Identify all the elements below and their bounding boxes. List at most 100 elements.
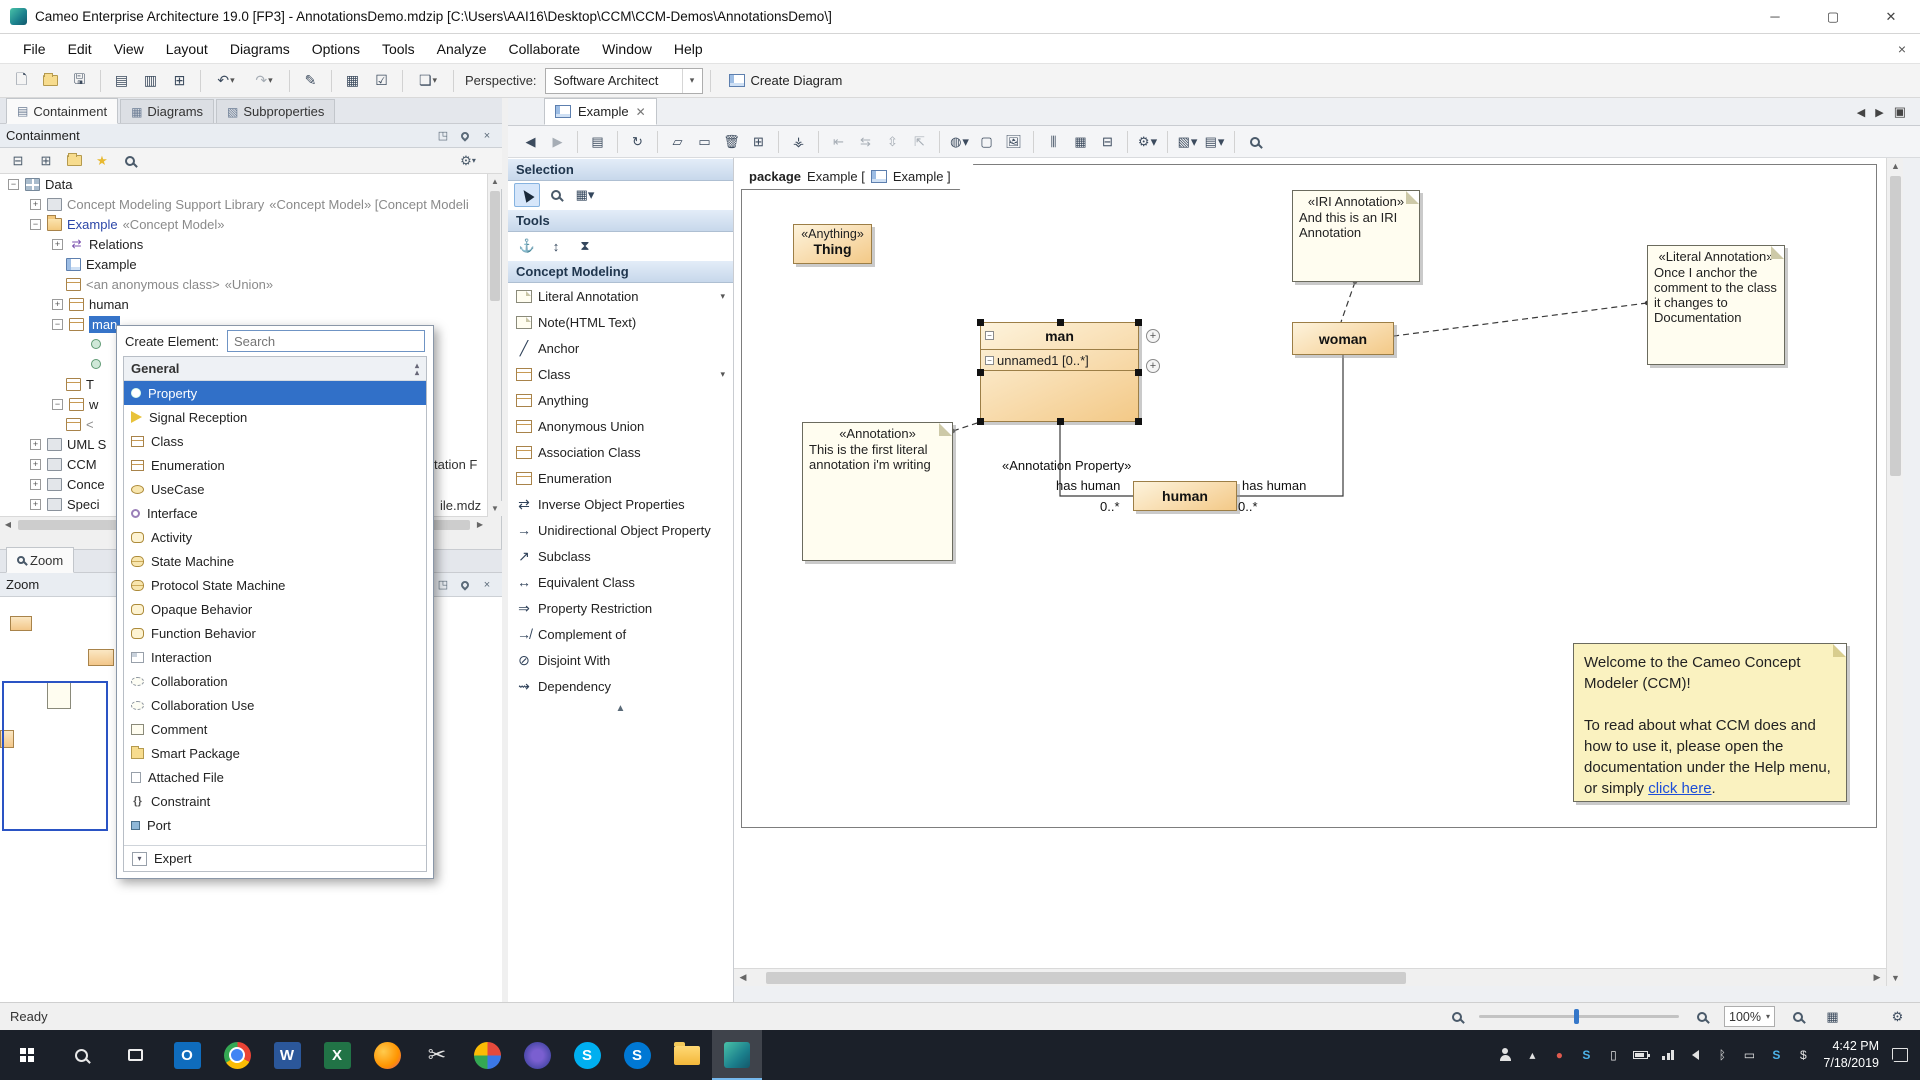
create-item-smart-package[interactable]: Smart Package [124,741,426,765]
welcome-note[interactable]: Welcome to the Cameo Concept Modeler (CC… [1573,643,1847,802]
association-role-label[interactable]: has human [1242,478,1306,493]
image-shape-icon[interactable]: 🖼 [1001,129,1026,154]
redo-button[interactable]: ↷▾ [246,67,282,94]
distribute-icon[interactable]: ⇆ [853,129,878,154]
nav-forward-icon[interactable]: ▶ [545,129,570,154]
palette-item-class[interactable]: Class▾ [508,361,733,387]
selection-handle[interactable] [1057,418,1064,425]
favorites-icon[interactable]: ★ [90,150,114,172]
nav-back-icon[interactable]: ◀ [518,129,543,154]
float-panel-icon[interactable]: ◳ [434,577,452,593]
create-item-property[interactable]: Property [124,381,426,405]
palette-item-dependency[interactable]: ⇝Dependency [508,673,733,699]
tray-network-icon[interactable] [1661,1050,1675,1060]
tray-skype-business-icon[interactable]: S [1769,1048,1783,1062]
create-diagram-button[interactable]: Create Diagram [718,67,854,95]
create-item-comment[interactable]: Comment [124,717,426,741]
smart-manipulator-plus-icon[interactable]: + [1146,329,1160,343]
palette-item-anonymous-union[interactable]: Anonymous Union [508,413,733,439]
palette-item-anchor[interactable]: ╱Anchor [508,335,733,361]
taskbar-search-button[interactable] [54,1030,108,1080]
collapse-icon[interactable]: − [52,399,63,410]
next-tab-icon[interactable]: ▶ [1875,106,1883,119]
palette-item-anything[interactable]: Anything [508,387,733,413]
previous-tab-icon[interactable]: ◀ [1857,106,1865,119]
collapse-icon[interactable]: − [8,179,19,190]
palette-item-disjoint-with[interactable]: ⊘Disjoint With [508,647,733,673]
style-icon[interactable]: ◍▾ [947,129,972,154]
collapse-compartment-icon[interactable]: − [985,331,994,340]
fit-in-window-icon[interactable] [1785,1004,1810,1029]
windows-button[interactable]: ❏▾ [410,67,446,94]
class-human[interactable]: human [1133,481,1237,511]
association-role-label[interactable]: has human [1056,478,1120,493]
create-item-signal-reception[interactable]: Signal Reception [124,405,426,429]
create-element-search-input[interactable] [227,330,425,352]
palette-item-association-class[interactable]: Association Class [508,439,733,465]
create-item-interface[interactable]: Interface [124,501,426,525]
containment-options-gear-icon[interactable]: ⚙▾ [456,150,480,172]
annotation-note[interactable]: «Annotation» This is the first literal a… [802,422,953,561]
palette-item-subclass[interactable]: ↗Subclass [508,543,733,569]
pin-icon[interactable] [456,128,474,144]
new-project-button[interactable]: 🗋 [8,67,35,94]
expand-icon[interactable]: + [30,479,41,490]
zoom-percent-select[interactable]: 100% ▾ [1724,1006,1775,1027]
tray-people-icon[interactable] [1498,1049,1512,1061]
zoom-out-icon[interactable] [1444,1004,1469,1029]
taskbar-chrome[interactable] [212,1030,262,1080]
create-item-function-behavior[interactable]: Function Behavior [124,621,426,645]
association-multiplicity-label[interactable]: 0..* [1238,499,1258,514]
copy-icon[interactable]: ▱ [665,129,690,154]
tree-vertical-scrollbar[interactable]: ▲ ▼ [487,174,501,516]
diagram-canvas[interactable]: package Example [ Example ] «Anything» T… [734,158,1886,968]
start-button[interactable] [0,1030,54,1080]
diagram-tab-example[interactable]: Example ✕ [544,98,657,125]
note-tool-icon[interactable]: ▢ [974,129,999,154]
class-thing[interactable]: «Anything» Thing [793,224,872,264]
select-in-containment-icon[interactable]: ▤ [585,129,610,154]
association-multiplicity-label[interactable]: 0..* [1100,499,1120,514]
minimize-button[interactable]: ─ [1746,0,1804,33]
zoom-search-icon[interactable] [1242,129,1267,154]
tree-item-example-model[interactable]: −Example«Concept Model» [0,214,488,234]
collapse-icon[interactable]: − [30,219,41,230]
expand-icon[interactable]: + [52,239,63,250]
tray-app-icon-red[interactable]: ● [1552,1048,1566,1062]
menu-diagrams[interactable]: Diagrams [219,34,301,63]
palette-scroll-up-icon[interactable]: ▲ [508,699,733,717]
create-item-interaction[interactable]: Interaction [124,645,426,669]
grid-tool-button[interactable]: ▦▾ [572,183,598,207]
close-panel-icon[interactable]: × [478,128,496,144]
numbering-button[interactable]: ▦ [339,67,366,94]
class-man[interactable]: − man − unnamed1 [0..*] + + [980,322,1139,422]
menu-window[interactable]: Window [591,34,663,63]
selection-handle[interactable] [977,418,984,425]
menu-file[interactable]: File [12,34,57,63]
palette-item-equivalent-class[interactable]: ↔Equivalent Class [508,569,733,595]
minimap-viewport[interactable] [2,681,108,831]
class-woman[interactable]: woman [1292,322,1394,355]
taskbar-word[interactable]: W [262,1030,312,1080]
scrollbar-thumb[interactable] [490,191,500,301]
scrollbar-thumb[interactable] [766,972,1406,984]
notification-center-icon[interactable] [1892,1048,1908,1062]
palette-item-inverse-object-properties[interactable]: ⇄Inverse Object Properties [508,491,733,517]
create-item-activity[interactable]: Activity [124,525,426,549]
refresh-icon[interactable]: ↻ [625,129,650,154]
collapse-group-icon[interactable]: ▴▴ [415,362,419,376]
close-button[interactable]: ✕ [1862,0,1920,33]
iri-annotation-note[interactable]: «IRI Annotation» And this is an IRI Anno… [1292,190,1420,282]
create-item-state-machine[interactable]: State Machine [124,549,426,573]
zoom-in-icon[interactable] [1689,1004,1714,1029]
create-item-usecase[interactable]: UseCase [124,477,426,501]
legend-icon[interactable]: ▤▾ [1202,129,1227,154]
collapse-compartment-icon[interactable]: − [985,356,994,365]
taskbar-excel[interactable]: X [312,1030,362,1080]
pointer-tool-button[interactable] [514,183,540,207]
close-tab-icon[interactable]: ✕ [636,105,646,119]
memory-monitor-icon[interactable]: ▦ [1820,1004,1845,1029]
perspective-select[interactable]: Software Architect ▾ [545,68,703,94]
expand-all-icon[interactable]: ⊞ [34,150,58,172]
tab-list-icon[interactable]: ▣ [1894,104,1906,120]
